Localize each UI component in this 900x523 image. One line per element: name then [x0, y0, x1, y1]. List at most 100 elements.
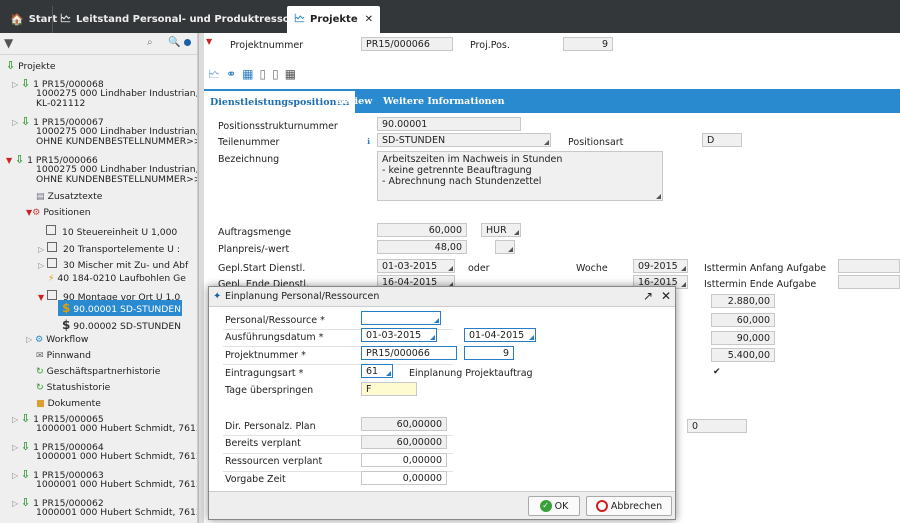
planpreis-select[interactable] — [495, 240, 515, 254]
tree-subposition-1[interactable]: $ 90.00001 SD-STUNDEN — [62, 302, 181, 316]
project-tree-panel: ▼ ⌕ 🔍 ⇩ Projekte ▷ ⇩ 1 PR15/000068 100027… — [0, 33, 198, 523]
dialog-header: ✦ Einplanung Personal/Ressourcen ↗ ✕ — [209, 287, 675, 307]
expand-icon[interactable]: ▷ — [38, 245, 47, 256]
tree-node-detail: 1000001 000 Hubert Schmidt, 7613 — [36, 507, 198, 518]
projekt-pos-input[interactable]: 9 — [464, 346, 514, 360]
bezeichnung-line: - keine getrennte Beauftragung — [382, 165, 532, 176]
planpreis-field: 48,00 — [377, 240, 467, 254]
tree-root[interactable]: ⇩ Projekte — [6, 59, 56, 73]
teilenummer-field[interactable]: SD-STUNDEN — [377, 133, 551, 147]
close-icon[interactable]: ✕ — [365, 14, 373, 25]
tree-subposition-2[interactable]: $ 90.00002 SD-STUNDEN — [62, 319, 181, 333]
app-icon: ✦ — [213, 291, 222, 302]
eintragungsart-text: Einplanung Projektauftrag — [409, 368, 533, 379]
collapse-icon[interactable]: ▼ — [6, 156, 15, 167]
collapse-icon[interactable]: ▼ — [38, 293, 47, 304]
tab-weitere-informationen[interactable]: Weitere Informationen — [377, 89, 511, 113]
tree-position-30[interactable]: ▷ 30 Mischer mit Zu- und Abf — [38, 258, 188, 272]
download-icon: ⇩ — [15, 153, 25, 166]
tree-item-gph[interactable]: ↻ Geschäftspartnerhistorie — [36, 366, 161, 378]
action-toolbar: 🗠⚭▦▯▯▦ — [208, 65, 302, 86]
checkbox-checked-icon[interactable]: ✔ — [713, 367, 721, 377]
tree-item-label: Geschäftspartnerhistorie — [46, 366, 161, 377]
envelope-icon: ✉ — [36, 350, 44, 361]
download-icon: ⇩ — [21, 412, 31, 425]
links-icon[interactable]: ⚭ — [226, 67, 242, 81]
page-icon[interactable]: ▯ — [259, 67, 272, 81]
expand-icon[interactable]: ▷ — [38, 261, 47, 272]
tree-node-detail: 1000001 000 Hubert Schmidt, 7613 — [36, 479, 198, 490]
download-icon: ⇩ — [21, 440, 31, 453]
tab-projekte[interactable]: 🗠 Projekte ✕ — [287, 6, 380, 33]
bezeichnung-line: Arbeitszeiten im Nachweis in Stunden — [382, 154, 563, 165]
woche-field[interactable]: 09-2015 — [633, 259, 688, 273]
history-icon: ↻ — [36, 382, 44, 393]
tree-node-detail: OHNE KUNDENBESTELLNUMMER>>> — [36, 174, 198, 185]
tab-projekte-label: Projekte — [310, 14, 358, 25]
unit-field[interactable]: HUR — [481, 223, 521, 237]
workflow-icon: ⚙ — [35, 334, 44, 345]
expand-icon[interactable]: ▷ — [12, 443, 21, 454]
tree-item-status[interactable]: ↻ Statushistorie — [36, 382, 110, 394]
value-field-3: 90,000 — [711, 331, 775, 345]
box-icon — [47, 242, 57, 252]
collapse-icon[interactable]: ▼ — [206, 37, 212, 46]
tab-review[interactable]: Review — [329, 89, 378, 113]
chart-icon[interactable]: 🗠 — [208, 67, 226, 81]
tree-item-pinnwand[interactable]: ✉ Pinnwand — [36, 350, 91, 362]
search-icon[interactable]: 🔍 — [168, 37, 180, 48]
tree-item-workflow[interactable]: ▷ ⚙ Workflow — [26, 334, 89, 346]
report-icon[interactable]: ▦ — [242, 67, 259, 81]
dialog-title: Einplanung Personal/Ressourcen — [225, 291, 380, 302]
tree-node-detail: KL-021112 — [36, 98, 86, 109]
tree-item-zusatztexte[interactable]: ▤ Zusatztexte — [36, 191, 103, 203]
dir-plan-field: 60,00000 — [361, 417, 447, 431]
ok-button-label: OK — [554, 500, 569, 512]
value-field-5: 0 — [687, 419, 747, 433]
lightning-icon: ⚡ — [48, 273, 55, 284]
tree-position-10[interactable]: 10 Steuereinheit U 1,000 — [46, 225, 177, 239]
psp-label: Positionsstrukturnummer — [218, 121, 338, 132]
expand-icon[interactable]: ▷ — [12, 80, 21, 91]
tree-item-label: Dokumente — [47, 398, 101, 409]
page-icon[interactable]: ▯ — [272, 67, 285, 81]
woche-label: Woche — [576, 263, 608, 274]
binoculars-icon[interactable]: ⌕ — [147, 37, 153, 48]
info-icon[interactable]: ℹ — [367, 137, 370, 146]
start-date-field[interactable]: 01-03-2015 — [377, 259, 455, 273]
eintragungsart-input[interactable]: 61 — [361, 364, 393, 378]
value-field-2: 60,000 — [711, 313, 775, 327]
expand-icon[interactable]: ▷ — [12, 415, 21, 426]
projektnummer-label: Projektnummer — [230, 40, 304, 51]
table-icon[interactable]: ▦ — [285, 67, 302, 81]
tree-item-dokumente[interactable]: ■ Dokumente — [36, 398, 101, 410]
value-field-1: 2.880,00 — [711, 294, 775, 308]
filter-icon[interactable]: ▼ — [4, 36, 13, 50]
tree-item-label: Zusatztexte — [47, 191, 103, 202]
maximize-icon[interactable]: ↗ — [643, 289, 653, 303]
expand-icon[interactable]: ▷ — [26, 335, 35, 346]
expand-icon[interactable]: ▷ — [12, 499, 21, 510]
expand-icon[interactable]: ▷ — [12, 118, 21, 129]
download-icon: ⇩ — [21, 468, 31, 481]
projekt-input[interactable]: PR15/000066 — [361, 346, 457, 360]
tree-item-positionen[interactable]: ▼⚙ Positionen — [26, 207, 91, 219]
auftragsmenge-field: 60,000 — [377, 223, 467, 237]
tree-position-20[interactable]: ▷ 20 Transportelemente U : — [38, 242, 180, 256]
download-icon: ⇩ — [21, 496, 31, 509]
tree-position-40[interactable]: ⚡ 40 184-0210 Laufbohlen Ge — [48, 273, 186, 285]
datum-von-input[interactable]: 01-03-2015 — [361, 328, 437, 342]
ressource-input[interactable] — [361, 311, 441, 325]
close-icon[interactable]: ✕ — [661, 289, 671, 303]
abbrechen-button[interactable]: Abbrechen — [586, 496, 672, 516]
datum-bis-input[interactable]: 01-04-2015 — [464, 328, 536, 342]
ok-button[interactable]: ✓ OK — [528, 496, 580, 516]
download-icon: ⇩ — [6, 59, 16, 72]
tage-label: Tage überspringen — [225, 385, 314, 396]
tree-item-label: Workflow — [46, 334, 89, 345]
expand-icon[interactable]: ▷ — [12, 471, 21, 482]
start-label: Gepl.Start Dienstl. — [218, 263, 306, 274]
tage-input[interactable]: F — [361, 382, 417, 396]
bezeichnung-textarea[interactable]: Arbeitszeiten im Nachweis in Stunden - k… — [377, 151, 663, 201]
chart-icon: 🗠 — [60, 12, 72, 25]
